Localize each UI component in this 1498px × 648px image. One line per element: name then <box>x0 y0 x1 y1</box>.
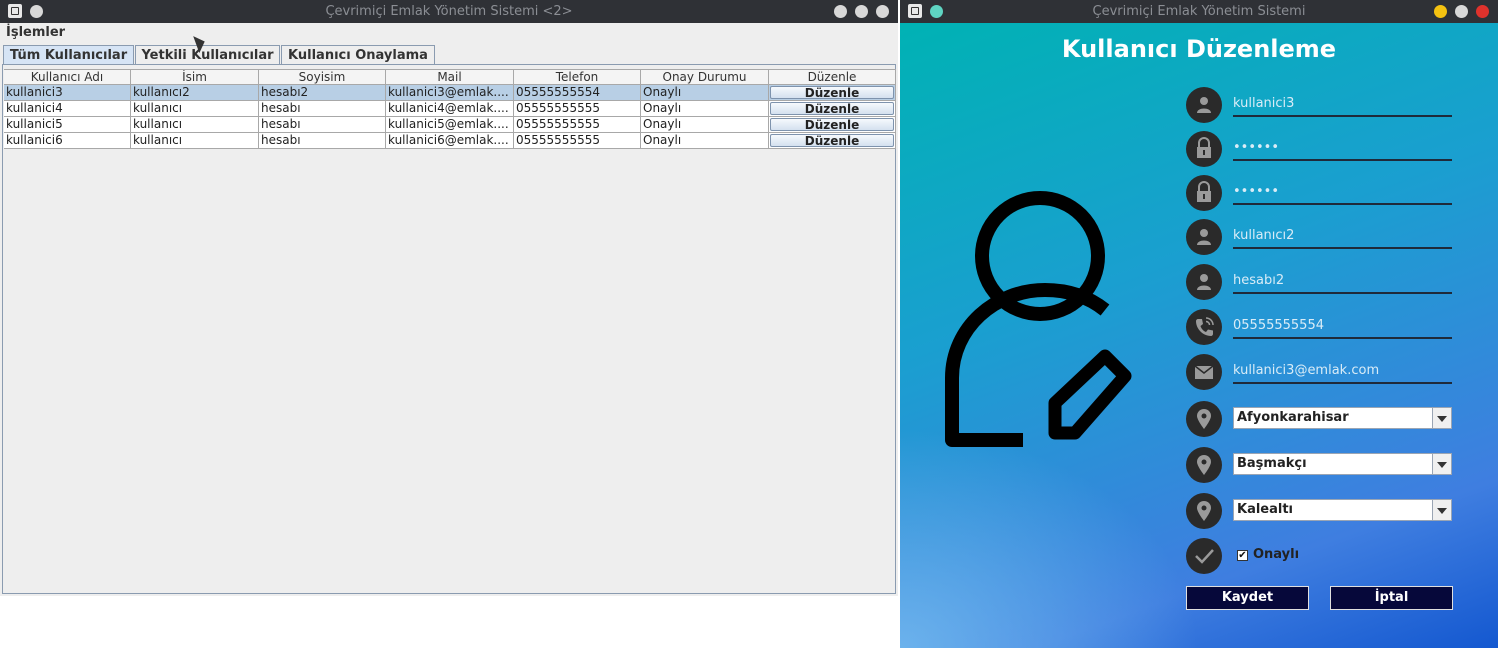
right-window-title: Çevrimiçi Emlak Yönetim Sistemi <box>1092 4 1306 19</box>
table-cell: kullanici3 <box>4 85 131 101</box>
maximize-button[interactable] <box>855 5 868 18</box>
password-field[interactable]: •••••• <box>1233 137 1452 161</box>
column-header[interactable]: Onay Durumu <box>641 69 769 85</box>
minimize-button[interactable] <box>834 5 847 18</box>
table-cell: 05555555555 <box>514 133 641 149</box>
phone-field[interactable]: 05555555554 <box>1233 315 1452 339</box>
table-cell: 05555555555 <box>514 117 641 133</box>
table-cell: kullanici5 <box>4 117 131 133</box>
table-cell: kullanıcı <box>131 133 259 149</box>
email-field[interactable]: kullanici3@emlak.com <box>1233 360 1452 384</box>
table-cell: kullanici6@emlak.... <box>386 133 514 149</box>
table-header-row: Kullanıcı Adı İsim Soyisim Mail Telefon Onay … <box>4 69 896 85</box>
table-cell: Onaylı <box>641 117 769 133</box>
lock-icon <box>1186 131 1222 167</box>
table-cell: kullanici4 <box>4 101 131 117</box>
chevron-down-icon[interactable] <box>1432 500 1451 520</box>
table-cell: 05555555554 <box>514 85 641 101</box>
location-pin-icon <box>1186 401 1222 437</box>
table-cell: kullanıcı <box>131 117 259 133</box>
edit-cell: Düzenle <box>769 101 896 117</box>
table-cell: hesabı2 <box>259 85 386 101</box>
save-button[interactable]: Kaydet <box>1186 586 1309 610</box>
minimize-button[interactable] <box>1434 5 1447 18</box>
city-select-value: Afyonkarahisar <box>1237 410 1349 425</box>
city-select[interactable]: Afyonkarahisar <box>1233 407 1452 429</box>
edit-button[interactable]: Düzenle <box>770 102 894 115</box>
column-header[interactable]: Telefon <box>514 69 641 85</box>
table-cell: Onaylı <box>641 101 769 117</box>
table-cell: Onaylı <box>641 133 769 149</box>
mail-icon <box>1186 354 1222 390</box>
tab-user-approval[interactable]: Kullanıcı Onaylama <box>281 45 435 64</box>
first-name-field[interactable]: kullanıcı2 <box>1233 225 1452 249</box>
column-header[interactable]: Düzenle <box>769 69 896 85</box>
maximize-button[interactable] <box>1455 5 1468 18</box>
table-cell: hesabı <box>259 101 386 117</box>
location-pin-icon <box>1186 447 1222 483</box>
table-cell: Onaylı <box>641 85 769 101</box>
table-cell: kullanici3@emlak.... <box>386 85 514 101</box>
left-window-title: Çevrimiçi Emlak Yönetim Sistemi <2> <box>325 4 573 19</box>
menu-islemler[interactable]: İşlemler <box>6 25 65 40</box>
table-cell: hesabı <box>259 133 386 149</box>
table-cell: kullanıcı2 <box>131 85 259 101</box>
location-pin-icon <box>1186 493 1222 529</box>
district-select-value: Başmakçı <box>1237 456 1307 471</box>
cancel-button[interactable]: İptal <box>1330 586 1453 610</box>
close-button[interactable] <box>876 5 889 18</box>
phone-icon <box>1186 309 1222 345</box>
table-cell: kullanici5@emlak.... <box>386 117 514 133</box>
check-icon <box>1186 538 1222 574</box>
username-field[interactable]: kullanici3 <box>1233 93 1452 117</box>
left-titlebar[interactable]: Çevrimiçi Emlak Yönetim Sistemi <2> <box>0 0 898 23</box>
approved-checkbox[interactable]: ✔ <box>1237 550 1248 561</box>
column-header[interactable]: Kullanıcı Adı <box>4 69 131 85</box>
password-confirm-field[interactable]: •••••• <box>1233 181 1452 205</box>
column-header[interactable]: Soyisim <box>259 69 386 85</box>
edit-cell: Düzenle <box>769 133 896 149</box>
right-titlebar[interactable]: Çevrimiçi Emlak Yönetim Sistemi <box>900 0 1498 23</box>
close-button[interactable] <box>1476 5 1489 18</box>
chevron-down-icon[interactable] <box>1432 408 1451 428</box>
last-name-field[interactable]: hesabı2 <box>1233 270 1452 294</box>
neighborhood-select-value: Kalealtı <box>1237 502 1294 517</box>
table-row[interactable]: kullanici3 kullanıcı2 hesabı2 kullanici3@em… <box>4 85 896 101</box>
edit-button[interactable]: Düzenle <box>770 86 894 99</box>
table-cell: kullanici4@emlak.... <box>386 101 514 117</box>
lock-icon <box>1186 175 1222 211</box>
user-icon <box>1186 219 1222 255</box>
form-heading: Kullanıcı Düzenleme <box>1061 35 1337 63</box>
user-edit-window: Çevrimiçi Emlak Yönetim Sistemi Kullanıc… <box>900 0 1498 648</box>
edit-button[interactable]: Düzenle <box>770 134 894 147</box>
user-icon <box>1186 87 1222 123</box>
tab-panel: Kullanıcı Adı İsim Soyisim Mail Telefon Onay … <box>2 64 896 594</box>
chevron-down-icon[interactable] <box>1432 454 1451 474</box>
column-header[interactable]: Mail <box>386 69 514 85</box>
table-cell: kullanıcı <box>131 101 259 117</box>
district-select[interactable]: Başmakçı <box>1233 453 1452 475</box>
column-header[interactable]: İsim <box>131 69 259 85</box>
table-row[interactable]: kullanici6 kullanıcı hesabı kullanici6@emla… <box>4 133 896 149</box>
edit-form: Kullanıcı Düzenleme kullanici3 •••••• ••… <box>900 23 1498 648</box>
approved-label: Onaylı <box>1253 547 1300 562</box>
user-list-window: Çevrimiçi Emlak Yönetim Sistemi <2> İşle… <box>0 0 898 596</box>
menu-bar: İşlemler <box>0 23 898 43</box>
table-row[interactable]: kullanici5 kullanıcı hesabı kullanici5@emla… <box>4 117 896 133</box>
user-icon <box>1186 264 1222 300</box>
tab-all-users[interactable]: Tüm Kullanıcılar <box>3 45 134 64</box>
tab-authorized-users[interactable]: Yetkili Kullanıcılar <box>135 45 280 64</box>
table-cell: hesabı <box>259 117 386 133</box>
edit-cell: Düzenle <box>769 85 896 101</box>
edit-cell: Düzenle <box>769 117 896 133</box>
table-row[interactable]: kullanici4 kullanıcı hesabı kullanici4@emla… <box>4 101 896 117</box>
neighborhood-select[interactable]: Kalealtı <box>1233 499 1452 521</box>
table-cell: kullanici6 <box>4 133 131 149</box>
user-edit-icon <box>945 191 1132 447</box>
table-cell: 05555555555 <box>514 101 641 117</box>
edit-button[interactable]: Düzenle <box>770 118 894 131</box>
